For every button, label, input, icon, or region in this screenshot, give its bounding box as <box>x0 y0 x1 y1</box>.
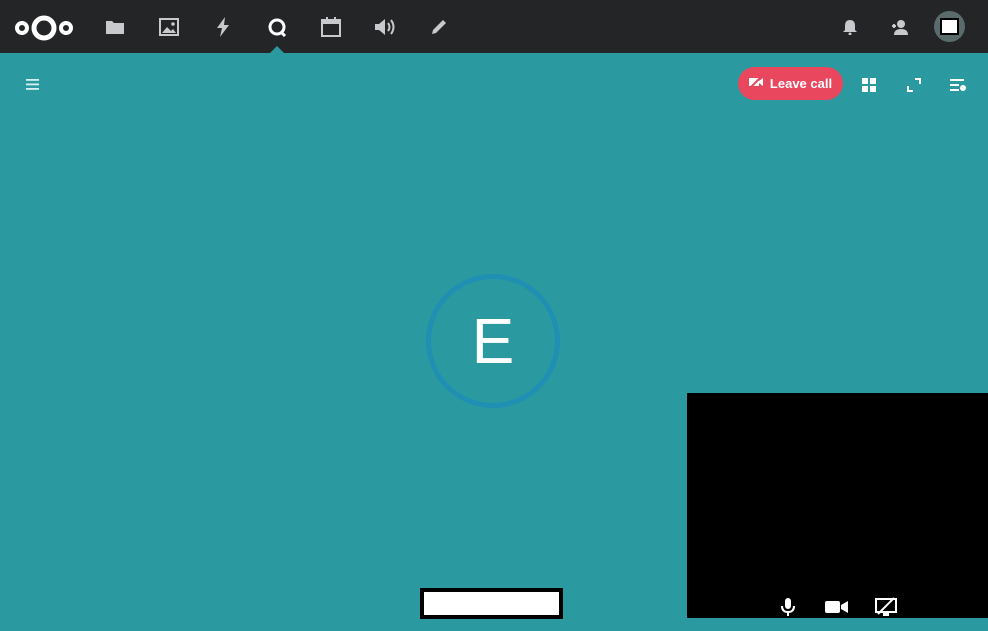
photos-icon[interactable] <box>156 14 182 40</box>
avatar-placeholder <box>940 18 959 35</box>
nextcloud-logo[interactable] <box>14 13 76 43</box>
participant-avatar: E <box>426 274 560 408</box>
files-icon[interactable] <box>102 14 128 40</box>
hamburger-menu-icon[interactable] <box>22 75 44 93</box>
participant-name-placeholder <box>420 588 563 619</box>
call-view: Leave call E <box>0 53 988 631</box>
announcements-icon[interactable] <box>372 14 398 40</box>
leave-call-button[interactable]: Leave call <box>738 67 843 100</box>
top-header-bar <box>0 0 988 53</box>
participant-initial: E <box>471 305 515 377</box>
microphone-icon[interactable] <box>776 597 800 617</box>
fullscreen-icon[interactable] <box>904 75 924 95</box>
notes-icon[interactable] <box>426 14 452 40</box>
contacts-icon[interactable] <box>889 16 911 38</box>
notifications-bell-icon[interactable] <box>839 16 861 38</box>
screenshare-off-icon[interactable] <box>874 597 898 617</box>
talk-icon[interactable] <box>264 14 290 40</box>
active-app-indicator <box>270 46 284 53</box>
sidebar-toggle-icon[interactable] <box>948 75 968 95</box>
calendar-icon[interactable] <box>318 14 344 40</box>
local-video-preview <box>687 393 988 618</box>
video-off-icon <box>748 75 764 91</box>
activity-icon[interactable] <box>210 14 236 40</box>
camera-icon[interactable] <box>825 597 849 617</box>
leave-call-label: Leave call <box>769 76 833 91</box>
user-avatar[interactable] <box>934 11 965 42</box>
grid-view-icon[interactable] <box>859 75 879 95</box>
